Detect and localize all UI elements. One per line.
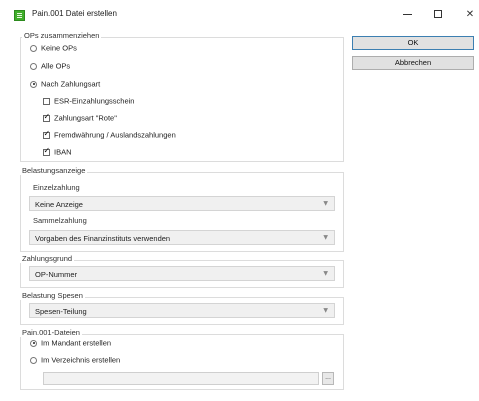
radio-im-verzeichnis-label: Im Verzeichnis erstellen xyxy=(41,355,121,365)
chevron-down-icon: ▼ xyxy=(323,307,328,314)
directory-path-input[interactable] xyxy=(43,372,319,385)
radio-alle-ops[interactable]: Alle OPs xyxy=(30,61,70,71)
title-bar: Pain.001 Datei erstellen ✕ xyxy=(0,0,479,30)
window-title: Pain.001 Datei erstellen xyxy=(32,9,117,18)
checkbox-box xyxy=(43,97,50,105)
checkbox-box-checked xyxy=(43,112,50,122)
chevron-down-icon: ▼ xyxy=(323,270,328,277)
ok-button[interactable]: OK xyxy=(352,36,474,50)
checkbox-box-checked xyxy=(43,146,50,156)
einzelzahlung-select[interactable]: Keine Anzeige ▼ xyxy=(29,196,335,211)
checkbox-rote-label: Zahlungsart "Rote" xyxy=(54,113,117,123)
radio-keine-ops[interactable]: Keine OPs xyxy=(30,43,77,53)
ops-group-label: OPs zusammenziehen xyxy=(22,31,102,40)
cancel-button[interactable]: Abbrechen xyxy=(352,56,474,70)
checkbox-box-checked xyxy=(43,129,50,139)
spesen-value: Spesen-Teilung xyxy=(35,307,87,316)
radio-im-verzeichnis[interactable]: Im Verzeichnis erstellen xyxy=(30,355,120,365)
sammelzahlung-select[interactable]: Vorgaben des Finanzinstituts verwenden ▼ xyxy=(29,230,335,245)
browse-button[interactable]: ... xyxy=(322,372,334,385)
dateien-label: Pain.001-Dateien xyxy=(20,328,82,337)
radio-indicator xyxy=(30,44,37,52)
radio-indicator xyxy=(30,62,37,70)
belastungsanzeige-label: Belastungsanzeige xyxy=(20,166,88,175)
maximize-icon xyxy=(434,10,442,19)
radio-indicator xyxy=(30,356,37,364)
app-icon xyxy=(14,10,25,21)
radio-indicator-selected xyxy=(30,339,37,347)
radio-nach-zahlungsart[interactable]: Nach Zahlungsart xyxy=(30,79,100,89)
checkbox-fremdwaehrung-label: Fremdwährung / Auslandszahlungen xyxy=(54,130,176,140)
close-icon: ✕ xyxy=(465,9,475,20)
minimize-button[interactable] xyxy=(395,7,419,23)
radio-alle-ops-label: Alle OPs xyxy=(41,61,71,71)
zahlungsgrund-label: Zahlungsgrund xyxy=(20,254,75,263)
einzelzahlung-value: Keine Anzeige xyxy=(35,200,83,209)
zahlungsgrund-select[interactable]: OP-Nummer ▼ xyxy=(29,266,335,281)
chevron-down-icon: ▼ xyxy=(323,234,328,241)
spesen-label: Belastung Spesen xyxy=(20,291,85,300)
radio-indicator-selected xyxy=(30,80,37,88)
close-button[interactable]: ✕ xyxy=(458,7,479,23)
sammelzahlung-value: Vorgaben des Finanzinstituts verwenden xyxy=(35,234,171,243)
checkbox-iban[interactable]: IBAN xyxy=(43,146,72,157)
maximize-button[interactable] xyxy=(426,7,450,23)
checkbox-esr-label: ESR-Einzahlungsschein xyxy=(54,96,135,106)
sammelzahlung-label: Sammelzahlung xyxy=(33,216,87,225)
checkbox-zahlungsart-rote[interactable]: Zahlungsart "Rote" xyxy=(43,112,117,123)
checkbox-fremdwaehrung[interactable]: Fremdwährung / Auslandszahlungen xyxy=(43,129,176,140)
radio-im-mandant-label: Im Mandant erstellen xyxy=(41,338,112,348)
radio-nach-zahlungsart-label: Nach Zahlungsart xyxy=(41,79,101,89)
checkbox-esr[interactable]: ESR-Einzahlungsschein xyxy=(43,96,134,106)
pain001-dialog: Pain.001 Datei erstellen ✕ OPs zusammenz… xyxy=(0,0,479,401)
spesen-select[interactable]: Spesen-Teilung ▼ xyxy=(29,303,335,318)
minimize-icon xyxy=(402,13,412,15)
radio-im-mandant[interactable]: Im Mandant erstellen xyxy=(30,338,111,348)
checkbox-iban-label: IBAN xyxy=(54,147,72,157)
radio-keine-ops-label: Keine OPs xyxy=(41,43,77,53)
einzelzahlung-label: Einzelzahlung xyxy=(33,183,80,192)
chevron-down-icon: ▼ xyxy=(323,200,328,207)
zahlungsgrund-value: OP-Nummer xyxy=(35,270,78,279)
